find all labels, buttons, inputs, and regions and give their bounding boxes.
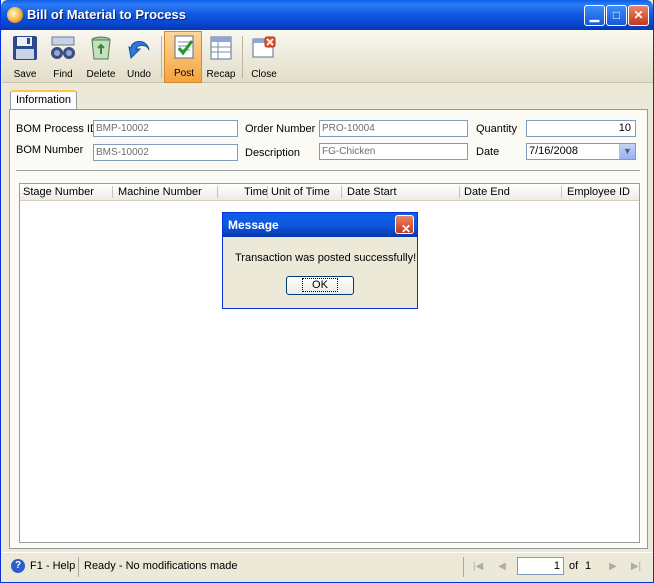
ok-label: OK bbox=[302, 278, 338, 292]
window-title: Bill of Material to Process bbox=[27, 7, 186, 22]
dialog-close-button[interactable]: ✕ bbox=[395, 215, 414, 236]
date-value: 7/16/2008 bbox=[529, 145, 578, 157]
column-separator bbox=[112, 186, 113, 198]
close-icon: ✕ bbox=[401, 222, 412, 236]
close-icon: ✕ bbox=[633, 8, 644, 22]
recycle-bin-icon bbox=[91, 36, 111, 60]
quantity-label: Quantity bbox=[476, 123, 517, 135]
page-total: 1 bbox=[585, 560, 592, 572]
dialog-title: Message bbox=[228, 218, 279, 232]
ok-button[interactable]: OK bbox=[286, 276, 354, 295]
save-label: Save bbox=[13, 69, 37, 80]
post-document-icon bbox=[174, 35, 194, 59]
column-employee-id[interactable]: Employee ID bbox=[567, 186, 630, 198]
close-label: Close bbox=[251, 69, 277, 80]
first-page-icon[interactable]: |◀ bbox=[470, 559, 486, 575]
delete-button[interactable]: Delete bbox=[82, 32, 120, 82]
close-window-icon bbox=[252, 36, 276, 58]
recap-button[interactable]: Recap bbox=[202, 32, 240, 82]
undo-arrow-icon bbox=[128, 41, 150, 60]
page-of-label: of bbox=[569, 560, 579, 572]
column-separator bbox=[341, 186, 342, 198]
toolbar: Save Find Delete Undo Post Recap Close bbox=[2, 30, 653, 83]
divider bbox=[16, 170, 640, 171]
maximize-button[interactable]: □ bbox=[606, 5, 627, 26]
page-number-input[interactable]: 1 bbox=[517, 557, 564, 575]
column-separator bbox=[459, 186, 460, 198]
previous-page-icon[interactable]: ◀ bbox=[494, 559, 510, 575]
delete-label: Delete bbox=[86, 69, 116, 80]
status-separator bbox=[463, 557, 464, 577]
column-stage-number[interactable]: Stage Number bbox=[23, 186, 94, 198]
bom-number-field[interactable]: BMS-10002 bbox=[93, 144, 238, 161]
help-text[interactable]: F1 - Help bbox=[30, 560, 75, 572]
order-number-field[interactable]: PRO-10004 bbox=[319, 120, 468, 137]
post-button[interactable]: Post bbox=[164, 31, 202, 83]
save-button[interactable]: Save bbox=[6, 32, 44, 82]
toolbar-separator bbox=[242, 36, 243, 78]
app-icon bbox=[7, 7, 23, 23]
information-panel: BOM Process ID BMP-10002 BOM Number BMS-… bbox=[9, 109, 648, 549]
status-bar: ? F1 - Help Ready - No modifications mad… bbox=[2, 552, 653, 581]
grid-header: Stage Number Machine Number Time Unit of… bbox=[20, 184, 639, 201]
status-separator bbox=[78, 557, 79, 577]
find-button[interactable]: Find bbox=[44, 32, 82, 82]
app-window: Bill of Material to Process ▁ □ ✕ Save F… bbox=[0, 0, 654, 583]
post-label: Post bbox=[173, 68, 194, 79]
quantity-field[interactable]: 10 bbox=[526, 120, 636, 137]
title-bar[interactable]: Bill of Material to Process ▁ □ ✕ bbox=[1, 0, 653, 30]
description-field[interactable]: FG-Chicken bbox=[319, 143, 468, 160]
date-label: Date bbox=[476, 146, 500, 158]
dialog-title-bar[interactable]: Message ✕ bbox=[223, 213, 417, 237]
toolbar-separator bbox=[161, 36, 162, 78]
find-label: Find bbox=[53, 69, 73, 80]
minimize-button[interactable]: ▁ bbox=[584, 5, 605, 26]
bom-process-id-field[interactable]: BMP-10002 bbox=[93, 120, 238, 137]
date-picker[interactable]: 7/16/2008 ▼ bbox=[526, 143, 636, 160]
column-machine-number[interactable]: Machine Number bbox=[118, 186, 202, 198]
floppy-disk-icon bbox=[13, 36, 37, 60]
order-number-label: Order Number bbox=[245, 123, 316, 135]
help-icon[interactable]: ? bbox=[11, 559, 25, 573]
next-page-icon[interactable]: ▶ bbox=[605, 559, 621, 575]
column-date-end[interactable]: Date End bbox=[464, 186, 510, 198]
close-window-button[interactable]: ✕ bbox=[628, 5, 649, 26]
column-time[interactable]: Time bbox=[244, 186, 268, 198]
close-button[interactable]: Close bbox=[245, 32, 283, 82]
minimize-icon: ▁ bbox=[589, 8, 600, 22]
tab-information[interactable]: Information bbox=[10, 90, 77, 110]
binoculars-icon bbox=[51, 36, 75, 59]
last-page-icon[interactable]: ▶| bbox=[628, 559, 644, 575]
message-dialog: Message ✕ Transaction was posted success… bbox=[222, 212, 418, 309]
column-unit-of-time[interactable]: Unit of Time bbox=[271, 186, 330, 198]
column-separator bbox=[267, 186, 268, 198]
undo-button[interactable]: Undo bbox=[120, 32, 158, 82]
chevron-down-icon[interactable]: ▼ bbox=[619, 144, 635, 159]
description-label: Description bbox=[245, 147, 301, 159]
column-separator bbox=[561, 186, 562, 198]
recap-table-icon bbox=[210, 36, 232, 60]
column-date-start[interactable]: Date Start bbox=[347, 186, 397, 198]
undo-label: Undo bbox=[127, 69, 151, 80]
status-text: Ready - No modifications made bbox=[84, 560, 238, 572]
recap-label: Recap bbox=[206, 69, 236, 80]
bom-process-id-label: BOM Process ID bbox=[16, 123, 98, 135]
dialog-message: Transaction was posted successfully! bbox=[235, 252, 417, 264]
column-separator bbox=[217, 186, 218, 198]
maximize-icon: □ bbox=[612, 8, 621, 22]
bom-number-label: BOM Number bbox=[16, 144, 84, 156]
